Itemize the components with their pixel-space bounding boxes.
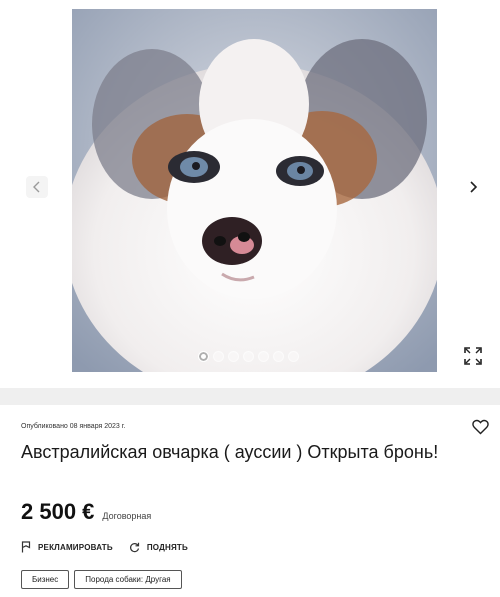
gallery-dot[interactable]: [198, 351, 209, 362]
chevron-left-icon: [33, 181, 40, 193]
gallery-dot[interactable]: [243, 351, 254, 362]
gallery-dot[interactable]: [258, 351, 269, 362]
price-row: 2 500 € Договорная: [21, 499, 151, 525]
photo-gallery: [0, 0, 500, 388]
expand-icon: [464, 347, 482, 365]
favorite-button[interactable]: [472, 419, 489, 435]
listing-actions: РЕКЛАМИРОВАТЬ ПОДНЯТЬ: [21, 541, 188, 553]
refresh-icon: [129, 542, 139, 552]
gallery-prev-button[interactable]: [26, 176, 48, 198]
listing-photo[interactable]: [72, 9, 437, 372]
heart-icon: [472, 419, 489, 435]
puppy-photo-illustration: [72, 9, 437, 372]
listing-title: Австралийская овчарка ( ауссии ) Открыта…: [21, 442, 439, 462]
price-negotiable-label: Договорная: [102, 511, 152, 521]
listing-price: 2 500 €: [21, 499, 95, 524]
gallery-dot[interactable]: [213, 351, 224, 362]
listing-tags: Бизнес Порода собаки: Другая: [21, 570, 182, 589]
gallery-dot[interactable]: [228, 351, 239, 362]
bump-button[interactable]: ПОДНЯТЬ: [129, 541, 188, 553]
published-date: Опубликовано 08 января 2023 г.: [21, 423, 126, 430]
gallery-dot[interactable]: [273, 351, 284, 362]
bump-label: ПОДНЯТЬ: [146, 542, 188, 552]
promote-button[interactable]: РЕКЛАМИРОВАТЬ: [21, 541, 113, 553]
listing-card: Опубликовано 08 января 2023 г. Австралий…: [0, 405, 500, 597]
tag-breed[interactable]: Порода собаки: Другая: [74, 570, 182, 589]
tag-business[interactable]: Бизнес: [21, 570, 70, 589]
flag-icon: [21, 541, 31, 553]
promote-label: РЕКЛАМИРОВАТЬ: [38, 542, 113, 552]
gallery-pagination: [198, 351, 299, 362]
chevron-right-icon: [470, 181, 478, 193]
gallery-next-button[interactable]: [462, 176, 484, 198]
expand-gallery-button[interactable]: [463, 346, 483, 366]
gallery-dot[interactable]: [288, 351, 299, 362]
